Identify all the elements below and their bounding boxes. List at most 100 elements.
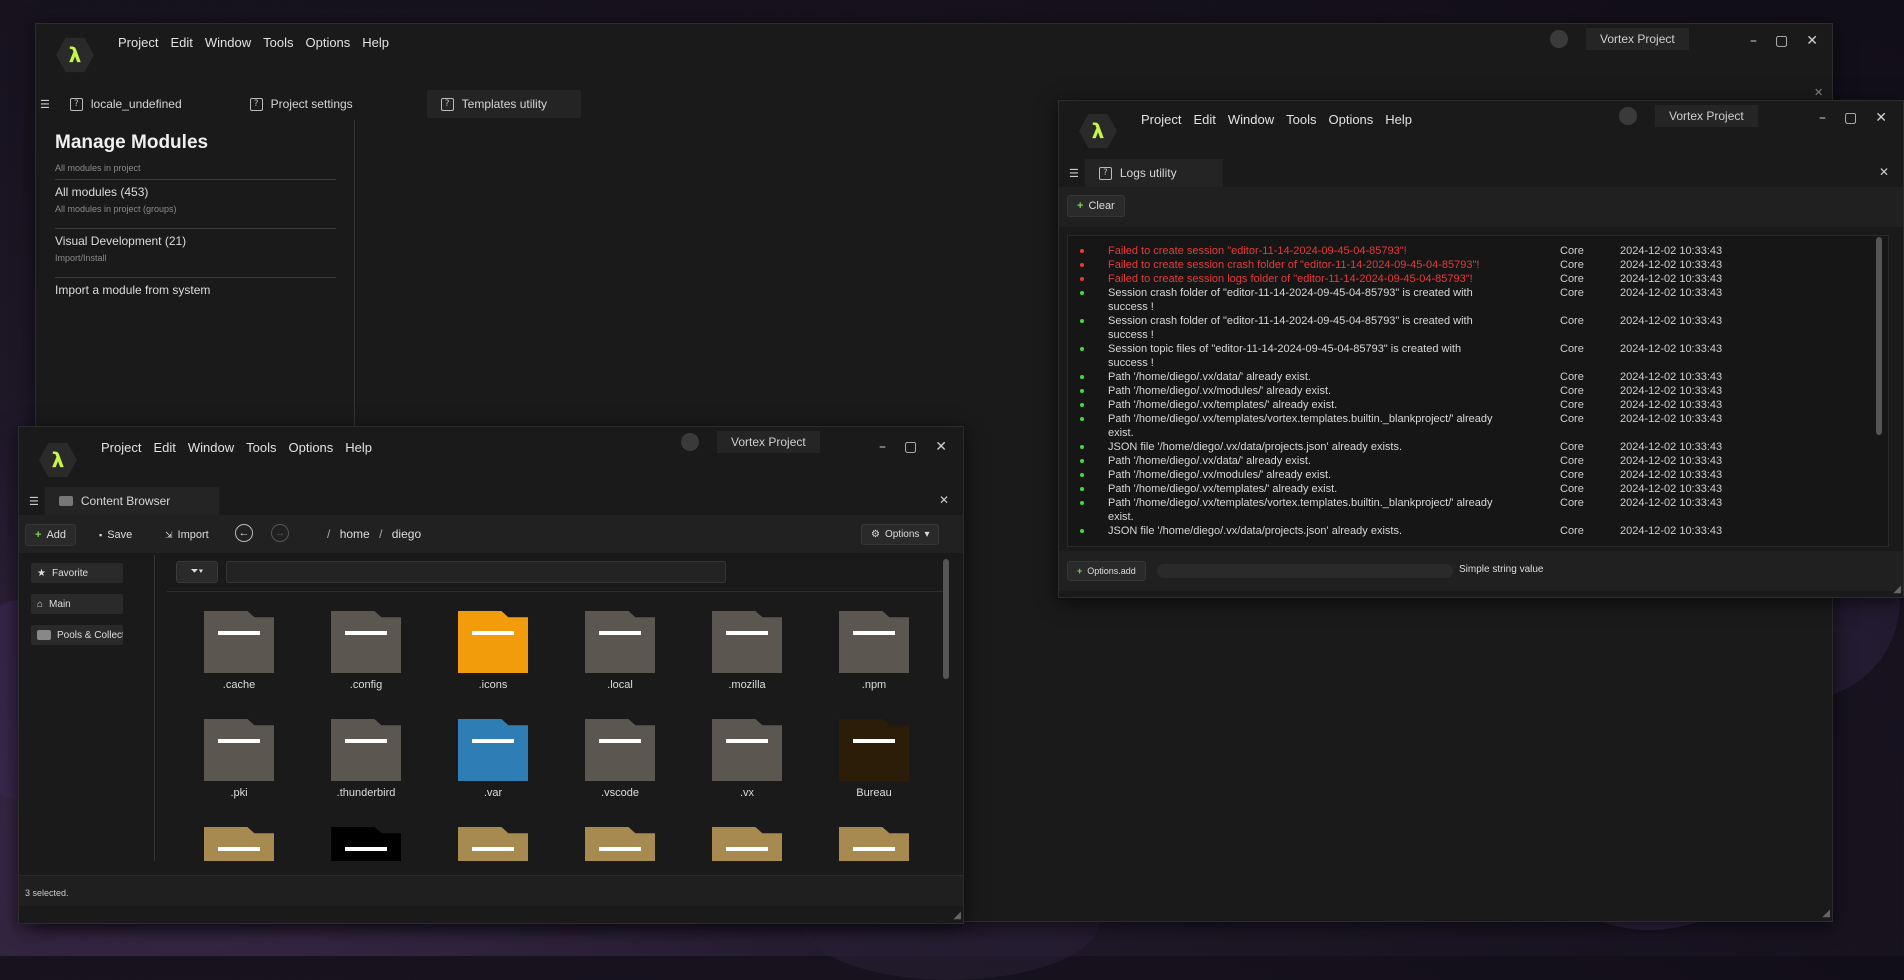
menu-options[interactable]: Options (288, 440, 333, 455)
log-row[interactable]: Failed to create session crash folder of… (1068, 258, 1888, 272)
menu-help[interactable]: Help (1385, 112, 1412, 127)
folder-item[interactable]: .vx (692, 711, 802, 811)
maximize-icon[interactable]: ▢ (1844, 110, 1857, 126)
close-icon[interactable]: ✕ (1875, 110, 1887, 126)
string-value-input[interactable] (1157, 564, 1453, 578)
folder-item[interactable]: .pki (184, 711, 294, 811)
resize-handle-icon[interactable]: ◢ (953, 910, 961, 921)
log-row[interactable]: Path '/home/diego/.vx/modules/' already … (1068, 384, 1888, 398)
options-add-button[interactable]: + Options.add (1067, 561, 1146, 581)
log-row[interactable]: Session crash folder of "editor-11-14-20… (1068, 314, 1888, 342)
menu-project[interactable]: Project (118, 35, 158, 50)
resize-handle-icon[interactable]: ◢ (1893, 584, 1901, 595)
tab-menu-icon[interactable]: ☰ (1069, 167, 1079, 180)
resize-handle-icon[interactable]: ◢ (1822, 908, 1830, 919)
close-icon[interactable]: ✕ (1806, 33, 1818, 49)
content-scrollbar[interactable] (943, 559, 949, 679)
import-button[interactable]: ⇲ Import (155, 524, 219, 546)
folder-item[interactable] (819, 819, 929, 861)
maximize-icon[interactable]: ▢ (1775, 33, 1788, 49)
folder-item[interactable]: .cache (184, 603, 294, 703)
folder-item[interactable] (311, 819, 421, 861)
log-row[interactable]: Session topic files of "editor-11-14-202… (1068, 342, 1888, 370)
breadcrumb-home[interactable]: home (340, 527, 370, 541)
tab-locale-undefined[interactable]: ? locale_undefined (56, 90, 196, 118)
log-row[interactable]: Path '/home/diego/.vx/data/' already exi… (1068, 454, 1888, 468)
tab-close-icon[interactable]: ✕ (1879, 165, 1889, 179)
menu-options[interactable]: Options (1328, 112, 1373, 127)
folder-item[interactable]: .npm (819, 603, 929, 703)
logs-footer: + Options.add Simple string value (1059, 551, 1903, 591)
module-item-all[interactable]: All modules (453) All modules in project… (55, 185, 336, 225)
search-input[interactable] (226, 561, 726, 583)
menu-help[interactable]: Help (362, 35, 389, 50)
tab-close-icon[interactable]: ✕ (1814, 86, 1823, 99)
maximize-icon[interactable]: ▢ (904, 439, 917, 455)
menu-window[interactable]: Window (205, 35, 251, 50)
log-row[interactable]: Failed to create session logs folder of … (1068, 272, 1888, 286)
project-avatar (1619, 107, 1637, 125)
folder-item[interactable]: .mozilla (692, 603, 802, 703)
back-icon[interactable]: ← (235, 524, 253, 542)
folder-item[interactable]: .var (438, 711, 548, 811)
sidebar-item-main[interactable]: ⌂ Main (31, 594, 123, 614)
log-row[interactable]: JSON file '/home/diego/.vx/data/projects… (1068, 524, 1888, 538)
tab-project-settings[interactable]: ? Project settings (236, 90, 367, 118)
log-row[interactable]: Failed to create session "editor-11-14-2… (1068, 244, 1888, 258)
folder-item[interactable]: .vscode (565, 711, 675, 811)
minimize-icon[interactable]: – (1750, 33, 1757, 49)
folder-item[interactable]: .icons (438, 603, 548, 703)
minimize-icon[interactable]: – (1819, 110, 1826, 126)
menu-project[interactable]: Project (101, 440, 141, 455)
close-icon[interactable]: ✕ (935, 439, 947, 455)
tab-close-icon[interactable]: ✕ (939, 493, 949, 507)
folder-label: .vx (739, 787, 755, 799)
log-row[interactable]: JSON file '/home/diego/.vx/data/projects… (1068, 440, 1888, 454)
log-row[interactable]: Path '/home/diego/.vx/templates/' alread… (1068, 482, 1888, 496)
menu-tools[interactable]: Tools (1286, 112, 1316, 127)
module-item-visual-dev[interactable]: Visual Development (21) Import/Install (55, 234, 336, 274)
menu-options[interactable]: Options (305, 35, 350, 50)
menu-tools[interactable]: Tools (246, 440, 276, 455)
folder-item[interactable] (692, 819, 802, 861)
folder-item[interactable] (565, 819, 675, 861)
menu-edit[interactable]: Edit (153, 440, 175, 455)
folder-item[interactable]: Bureau (819, 711, 929, 811)
filter-button[interactable]: ⏷▾ (176, 561, 218, 583)
log-row[interactable]: Path '/home/diego/.vx/modules/' already … (1068, 468, 1888, 482)
sidebar-item-pools[interactable]: Pools & Collections (31, 625, 123, 645)
add-button[interactable]: + Add (25, 524, 77, 546)
menu-window[interactable]: Window (188, 440, 234, 455)
folder-item[interactable]: .config (311, 603, 421, 703)
folder-item[interactable] (184, 819, 294, 861)
menu-tools[interactable]: Tools (263, 35, 293, 50)
save-button[interactable]: ▪ Save (89, 524, 142, 546)
tab-templates-utility[interactable]: ? Templates utility (426, 90, 581, 118)
folder-item[interactable] (438, 819, 548, 861)
menu-edit[interactable]: Edit (170, 35, 192, 50)
sidebar-item-favorite[interactable]: ★ Favorite (31, 563, 123, 583)
clear-button[interactable]: + Clear (1067, 195, 1125, 217)
options-dropdown[interactable]: ⚙ Options ▾ (861, 524, 940, 545)
log-row[interactable]: Path '/home/diego/.vx/templates/' alread… (1068, 398, 1888, 412)
breadcrumb-diego[interactable]: diego (392, 527, 421, 541)
folder-item[interactable]: .thunderbird (311, 711, 421, 811)
log-row[interactable]: Session crash folder of "editor-11-14-20… (1068, 286, 1888, 314)
tab-content-browser[interactable]: Content Browser (44, 487, 219, 515)
menu-edit[interactable]: Edit (1193, 112, 1215, 127)
tab-menu-icon[interactable]: ☰ (40, 98, 50, 111)
module-item-import[interactable]: Import a module from system (55, 283, 336, 303)
log-row[interactable]: Path '/home/diego/.vx/templates/vortex.t… (1068, 412, 1888, 440)
log-row[interactable]: Path '/home/diego/.vx/templates/vortex.t… (1068, 496, 1888, 524)
logs-tabbar: ☰ ? Logs utility (1059, 159, 1903, 187)
log-row[interactable]: Path '/home/diego/.vx/data/' already exi… (1068, 370, 1888, 384)
logs-scrollbar[interactable] (1876, 237, 1882, 435)
menu-project[interactable]: Project (1141, 112, 1181, 127)
tab-logs-utility[interactable]: ? Logs utility (1084, 159, 1223, 187)
minimize-icon[interactable]: – (879, 439, 886, 455)
tab-menu-icon[interactable]: ☰ (29, 495, 39, 508)
folder-item[interactable]: .local (565, 603, 675, 703)
menu-help[interactable]: Help (345, 440, 372, 455)
forward-icon[interactable]: → (271, 524, 289, 542)
menu-window[interactable]: Window (1228, 112, 1274, 127)
